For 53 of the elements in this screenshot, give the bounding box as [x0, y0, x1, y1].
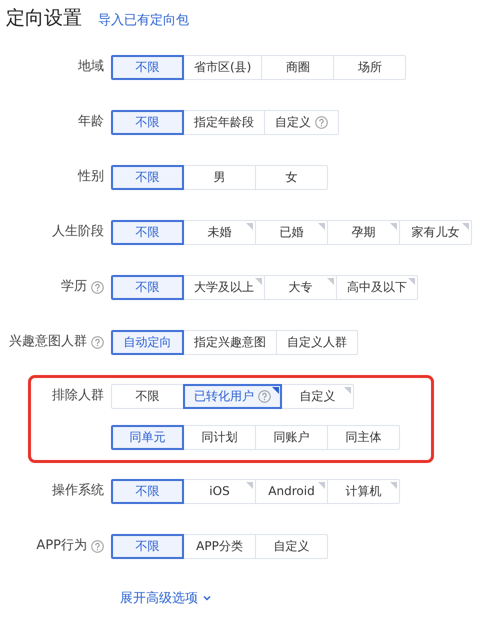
option-button[interactable]: 男 — [183, 164, 256, 190]
field-label: 操作系统 — [52, 482, 104, 500]
help-icon[interactable] — [91, 336, 104, 348]
help-icon[interactable] — [258, 390, 271, 402]
option-button[interactable]: 大学及以上 — [183, 274, 265, 300]
help-icon[interactable] — [315, 116, 328, 128]
option-button[interactable]: 自定义 — [264, 110, 339, 134]
option-button[interactable]: 不限 — [111, 110, 184, 134]
field-label: APP行为 — [36, 537, 87, 556]
option-button[interactable]: 指定兴趣意图 — [183, 330, 277, 354]
option-button[interactable]: 不限 — [111, 534, 184, 558]
field-label: 学历 — [61, 278, 87, 296]
option-button[interactable]: 同计划 — [183, 424, 256, 450]
option-button[interactable]: 不限 — [111, 274, 184, 300]
option-button[interactable]: 孕期 — [327, 220, 400, 244]
help-icon[interactable] — [91, 280, 104, 294]
option-button[interactable]: 已婚 — [255, 220, 328, 244]
option-button[interactable]: 自定义 — [281, 384, 354, 408]
option-button[interactable]: 不限 — [111, 54, 184, 80]
field-label: 年龄 — [78, 113, 104, 132]
section-title: 定向设置 — [6, 6, 82, 31]
option-button[interactable]: 自动定向 — [111, 330, 184, 354]
option-button[interactable]: 计算机 — [327, 478, 400, 504]
option-button[interactable]: 不限 — [111, 478, 184, 504]
field-label: 兴趣意图人群 — [9, 333, 87, 352]
option-button[interactable]: 场所 — [333, 54, 406, 80]
option-button[interactable]: 同主体 — [327, 424, 400, 450]
option-button[interactable]: 指定年龄段 — [183, 110, 265, 134]
option-button[interactable]: 家有儿女 — [399, 220, 472, 244]
option-button[interactable]: APP分类 — [183, 534, 256, 558]
field-label: 地域 — [78, 58, 104, 76]
option-button[interactable]: iOS — [183, 478, 256, 504]
help-icon[interactable] — [91, 540, 104, 552]
expand-link[interactable]: 展开高级选项 — [120, 588, 212, 608]
option-button[interactable]: 同单元 — [111, 424, 184, 450]
option-button[interactable]: 已转化用户 — [183, 384, 282, 408]
option-button[interactable]: 商圈 — [261, 54, 334, 80]
option-button[interactable]: 不限 — [111, 384, 184, 408]
option-button[interactable]: 不限 — [111, 164, 184, 190]
field-label: 人生阶段 — [52, 223, 104, 242]
option-button[interactable]: 自定义人群 — [276, 330, 358, 354]
option-button[interactable]: 不限 — [111, 220, 184, 244]
option-button[interactable]: 省市区(县) — [183, 54, 262, 80]
option-button[interactable]: 大专 — [264, 274, 337, 300]
option-button[interactable]: 自定义 — [255, 534, 328, 558]
import-link[interactable]: 导入已有定向包 — [98, 11, 189, 30]
field-label: 性别 — [78, 168, 104, 186]
option-button[interactable]: Android — [255, 478, 328, 504]
option-button[interactable]: 女 — [255, 164, 328, 190]
option-button[interactable]: 同账户 — [255, 424, 328, 450]
option-button[interactable]: 未婚 — [183, 220, 256, 244]
option-button[interactable]: 高中及以下 — [336, 274, 418, 300]
field-label: 排除人群 — [52, 387, 104, 406]
